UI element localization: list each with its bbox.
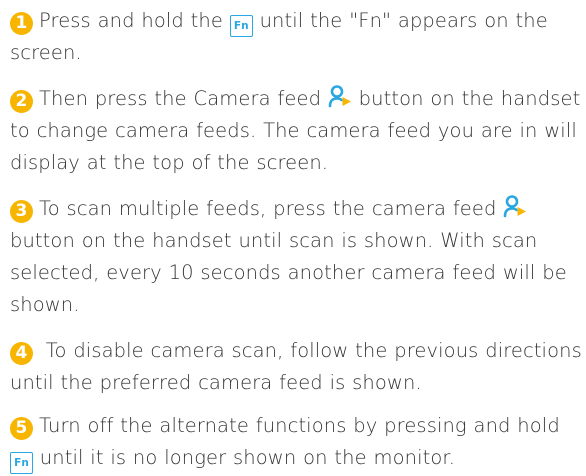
camera-feed-arrow [517, 207, 527, 216]
step-4: 4 To disable camera scan, follow the pre… [10, 335, 582, 399]
camera-feed-glyph [328, 85, 351, 108]
step-3: 3 To scan multiple feeds, press the camer… [10, 193, 582, 321]
step-text: To scan multiple feeds, press the camera… [39, 197, 504, 220]
step-text: Turn off the alternate functions by pres… [39, 414, 560, 437]
step-1: 1 Press and hold the Fn until the "Fn" ap… [10, 5, 582, 69]
step-text: Press and hold the [39, 9, 230, 32]
camera-feed-head [505, 195, 519, 208]
step-number-badge: 2 [10, 90, 33, 113]
camera-feed-arrow [342, 97, 351, 106]
camera-feed-body [503, 207, 519, 218]
step-number-badge: 1 [10, 12, 33, 35]
step-5: 5 Turn off the alternate functions by pre… [10, 410, 582, 474]
step-text: button on the handset until scan is show… [10, 229, 567, 316]
fn-key-icon: Fn [10, 452, 33, 474]
step-number-badge: 4 [10, 342, 33, 365]
camera-feed-head [330, 85, 344, 98]
fn-key-icon: Fn [229, 15, 253, 37]
camera-feed-icon [503, 194, 527, 218]
step-number-badge: 3 [10, 200, 33, 223]
step-2: 2 Then press the Camera feed button on th… [10, 83, 582, 179]
step-text: until it is no longer shown on the monit… [33, 446, 455, 469]
step-text: To disable camera scan, follow the previ… [10, 339, 582, 394]
camera-feed-icon [328, 84, 352, 108]
camera-feed-body [328, 97, 343, 108]
camera-feed-glyph [503, 195, 527, 218]
step-number-badge: 5 [10, 417, 33, 440]
step-text: Then press the Camera feed [39, 87, 328, 110]
